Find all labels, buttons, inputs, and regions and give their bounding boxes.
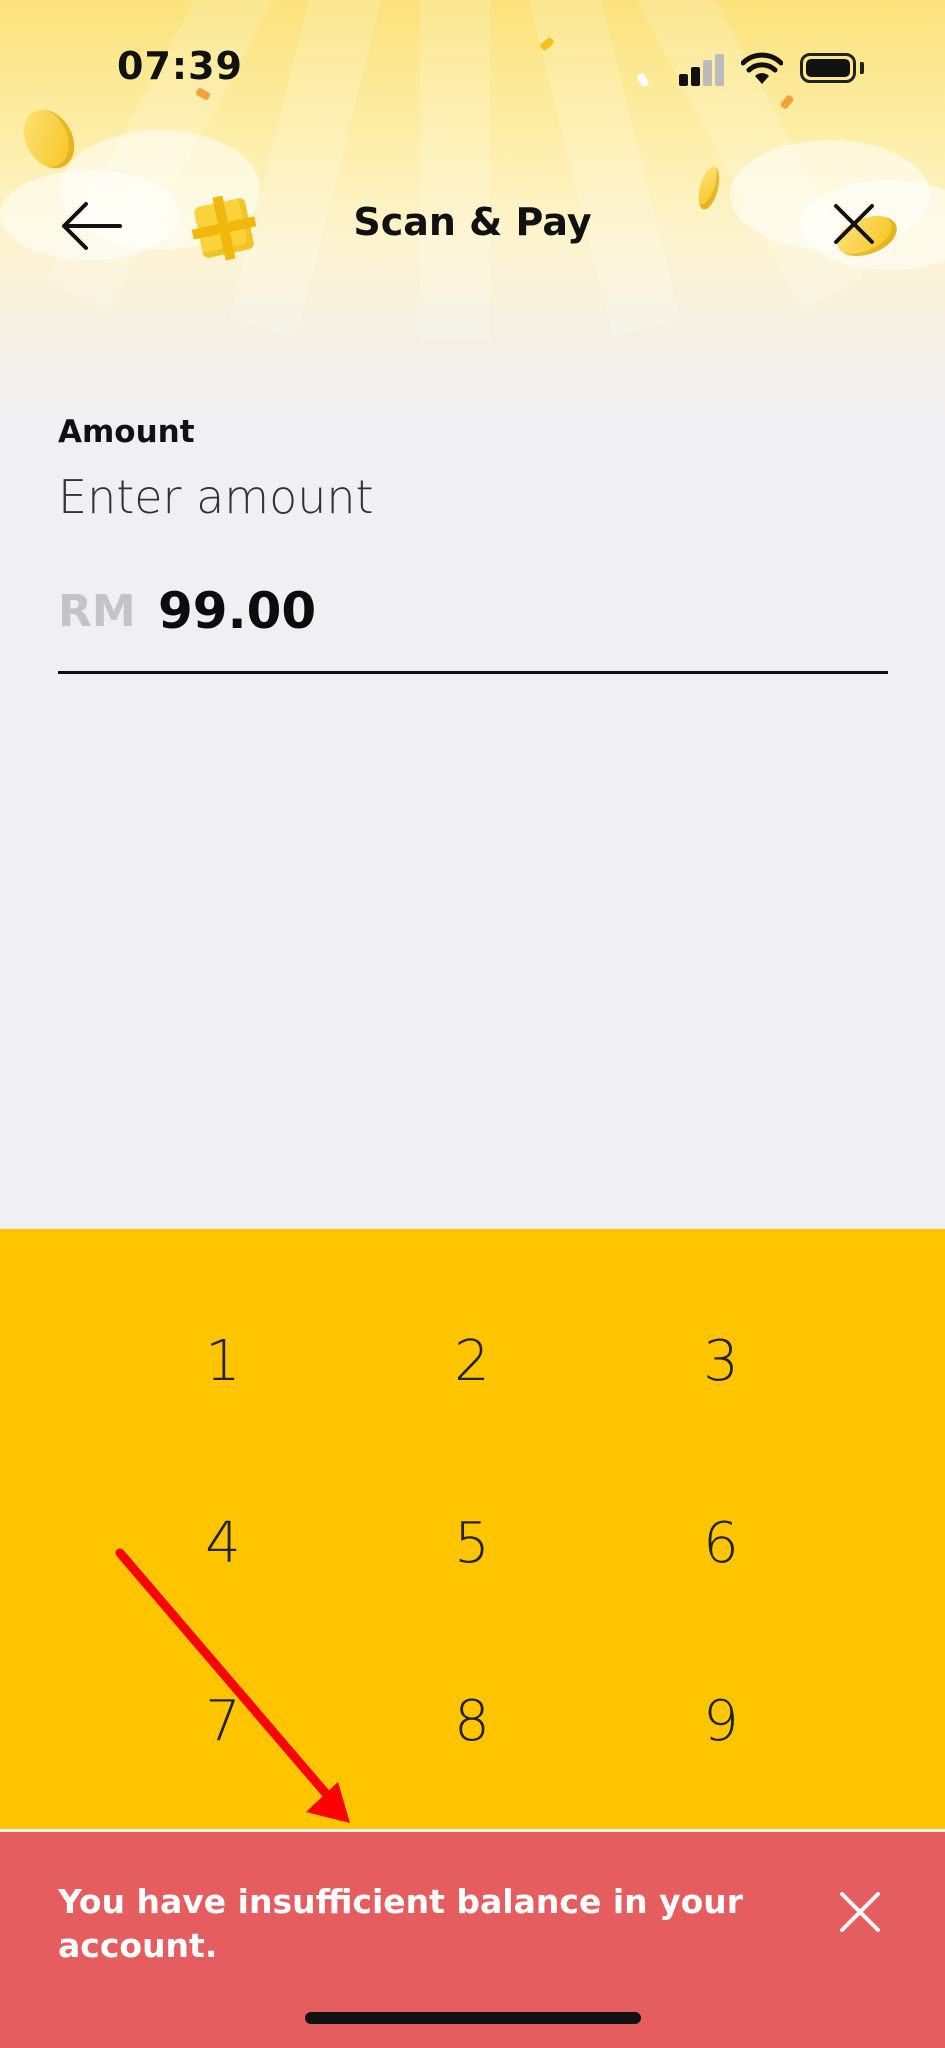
page-title: Scan & Pay [353,200,592,244]
light-ray [420,0,490,340]
key-2[interactable]: 2 [382,1301,562,1421]
confetti-decoration [779,94,795,110]
confetti-decoration [636,71,650,89]
close-icon[interactable] [836,1888,884,1936]
status-time: 07:39 [117,44,243,88]
key-6[interactable]: 6 [631,1483,811,1603]
cellular-signal-icon [679,54,725,86]
key-8[interactable]: 8 [382,1661,562,1781]
battery-icon [800,53,856,83]
amount-label: Amount [58,414,195,450]
key-7[interactable]: 7 [133,1661,313,1781]
key-3[interactable]: 3 [631,1301,811,1421]
amount-value: 99.00 [158,582,317,640]
amount-hint: Enter amount [58,470,374,524]
key-5[interactable]: 5 [382,1483,562,1603]
close-icon[interactable] [826,196,882,252]
toast-message: You have insufficient balance in your ac… [58,1882,744,1965]
battery-cap [860,62,864,74]
home-indicator [305,2012,641,2024]
key-1[interactable]: 1 [133,1301,313,1421]
key-4[interactable]: 4 [133,1483,313,1603]
key-9[interactable]: 9 [631,1661,811,1781]
amount-input[interactable]: RM 99.00 [58,580,888,674]
numeric-keypad: 1 2 3 4 5 6 7 8 9 [0,1229,945,1829]
wifi-icon [741,52,783,84]
currency-label: RM [58,586,136,637]
